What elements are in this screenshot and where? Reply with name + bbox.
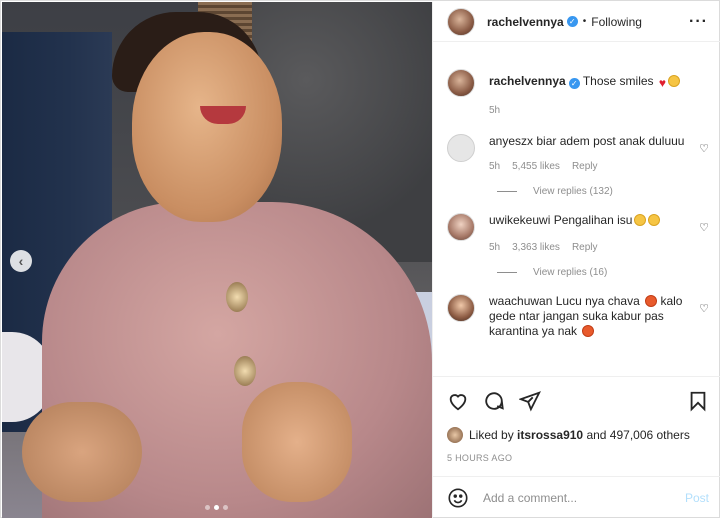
carousel-dots bbox=[205, 505, 228, 510]
sad-face-emoji-icon bbox=[648, 214, 661, 226]
username-link[interactable]: anyeszx bbox=[489, 134, 533, 148]
bookmark-icon[interactable] bbox=[687, 390, 709, 412]
username-link[interactable]: rachelvennya bbox=[487, 15, 564, 29]
photo-shirt-button bbox=[234, 356, 256, 386]
caption-text: Those smiles bbox=[582, 74, 654, 88]
comment-row: uwikekeuwi Pengalihan isu 5h 3,363 likes… bbox=[447, 213, 709, 255]
view-replies-button[interactable]: View replies (132) bbox=[497, 186, 709, 197]
share-icon[interactable] bbox=[519, 390, 541, 412]
heart-icon[interactable]: ♡ bbox=[699, 302, 709, 315]
likes-others-link[interactable]: and 497,006 others bbox=[586, 428, 689, 442]
avatar[interactable] bbox=[447, 134, 475, 162]
comment-time: 5h bbox=[489, 242, 501, 253]
photo-face bbox=[132, 32, 282, 222]
caption-time: 5h bbox=[489, 105, 501, 116]
post-photo[interactable]: ‹ bbox=[2, 2, 432, 518]
heart-icon[interactable]: ♡ bbox=[699, 142, 709, 155]
view-replies-button[interactable]: View replies (16) bbox=[497, 267, 709, 278]
comment-row: anyeszx biar adem post anak duluuu 5h 5,… bbox=[447, 134, 709, 174]
more-options-icon[interactable]: ··· bbox=[689, 13, 708, 31]
likes-prefix: Liked by bbox=[469, 428, 514, 442]
comment-meta: 5h 5,455 likes Reply bbox=[489, 159, 689, 174]
photo-arm bbox=[22, 402, 142, 502]
avatar[interactable] bbox=[447, 69, 475, 97]
post-timestamp: 5 HOURS AGO bbox=[447, 453, 513, 463]
heart-eyes-emoji-icon bbox=[582, 325, 595, 337]
comment-text: Lucu nya chava bbox=[555, 294, 640, 308]
avatar[interactable] bbox=[447, 427, 463, 443]
red-heart-emoji-icon: ♥ bbox=[658, 76, 666, 90]
comment-text: biar adem post anak duluuu bbox=[536, 134, 685, 148]
comments-list[interactable]: rachelvennya ✓ Those smiles ♥ 5h anyeszx … bbox=[433, 63, 720, 373]
comment-row: waachuwan Lucu nya chava kalo gede ntar … bbox=[447, 294, 709, 339]
post-header: rachelvennya ✓ • Following ··· bbox=[433, 2, 720, 42]
comment-body: anyeszx biar adem post anak duluuu 5h 5,… bbox=[489, 134, 709, 174]
likes-user-link[interactable]: itsrossa910 bbox=[517, 428, 583, 442]
photo-shirt-button bbox=[226, 282, 248, 312]
caption-row: rachelvennya ✓ Those smiles ♥ 5h bbox=[447, 69, 709, 118]
comment-body: uwikekeuwi Pengalihan isu 5h 3,363 likes… bbox=[489, 213, 709, 255]
carousel-dot bbox=[205, 505, 210, 510]
chevron-left-icon[interactable]: ‹ bbox=[10, 250, 32, 272]
username-link[interactable]: waachuwan bbox=[489, 294, 552, 308]
reply-button[interactable]: Reply bbox=[572, 159, 598, 174]
comment-meta: 5h 3,363 likes Reply bbox=[489, 240, 689, 255]
verified-icon: ✓ bbox=[568, 78, 580, 89]
comment-composer: Add a comment... Post bbox=[433, 476, 720, 518]
view-replies-label: View replies (132) bbox=[533, 186, 613, 197]
divider bbox=[497, 191, 517, 192]
heart-icon[interactable] bbox=[447, 390, 469, 412]
smiling-face-emoji-icon bbox=[668, 75, 680, 87]
following-button[interactable]: Following bbox=[591, 15, 642, 29]
emoji-icon[interactable] bbox=[447, 487, 469, 509]
view-replies-label: View replies (16) bbox=[533, 267, 608, 278]
carousel-dot bbox=[223, 505, 228, 510]
comment-body: waachuwan Lucu nya chava kalo gede ntar … bbox=[489, 294, 709, 339]
photo-hand bbox=[242, 382, 352, 502]
post-modal: ‹ rachelvennya ✓ • Following ··· rachelv… bbox=[0, 0, 720, 518]
divider bbox=[497, 272, 517, 273]
caption-body: rachelvennya ✓ Those smiles ♥ 5h bbox=[489, 74, 709, 118]
post-button[interactable]: Post bbox=[685, 491, 709, 505]
comment-likes[interactable]: 3,363 likes bbox=[512, 240, 560, 255]
avatar[interactable] bbox=[447, 7, 475, 36]
caption-meta: 5h bbox=[489, 103, 689, 118]
comment-text: Pengalihan isu bbox=[553, 213, 633, 227]
username-link[interactable]: uwikekeuwi bbox=[489, 213, 550, 227]
comment-icon[interactable] bbox=[483, 390, 505, 412]
comment-input[interactable]: Add a comment... bbox=[483, 491, 685, 505]
separator-dot: • bbox=[582, 16, 587, 27]
likes-summary: Liked by itsrossa910 and 497,006 others bbox=[447, 427, 709, 443]
username-link[interactable]: rachelvennya bbox=[489, 74, 566, 88]
reply-button[interactable]: Reply bbox=[572, 240, 598, 255]
carousel-dot-active bbox=[214, 505, 219, 510]
comment-likes[interactable]: 5,455 likes bbox=[512, 159, 560, 174]
header-account: rachelvennya ✓ • Following bbox=[487, 15, 642, 29]
post-side-panel: rachelvennya ✓ • Following ··· rachelven… bbox=[432, 2, 720, 518]
verified-icon: ✓ bbox=[566, 16, 578, 27]
comment-time: 5h bbox=[489, 161, 501, 172]
sad-face-emoji-icon bbox=[634, 214, 647, 226]
avatar[interactable] bbox=[447, 213, 475, 241]
post-actions: Liked by itsrossa910 and 497,006 others … bbox=[433, 376, 720, 463]
heart-icon[interactable]: ♡ bbox=[699, 221, 709, 234]
action-icons bbox=[447, 389, 709, 413]
avatar[interactable] bbox=[447, 294, 475, 322]
heart-eyes-emoji-icon bbox=[645, 295, 658, 307]
